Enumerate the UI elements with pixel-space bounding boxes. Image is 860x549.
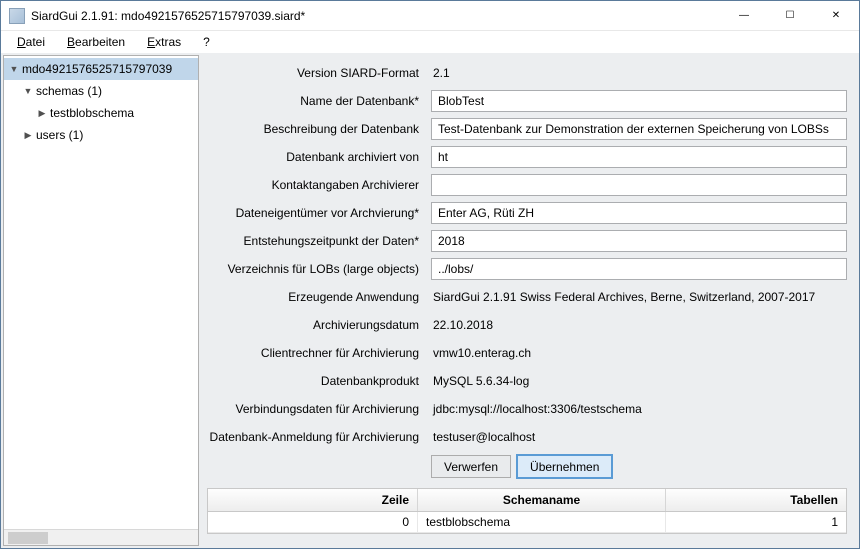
form-label: Clientrechner für Archivierung (207, 346, 431, 360)
th-zeile[interactable]: Zeile (208, 489, 418, 511)
form-input[interactable] (431, 118, 847, 140)
form-row: Entstehungszeitpunkt der Daten* (207, 229, 847, 253)
menubar: Datei Bearbeiten Extras ? (1, 31, 859, 53)
table-header: Zeile Schemaname Tabellen (208, 489, 846, 512)
tree-node-users[interactable]: ▶ users (1) (4, 124, 198, 146)
td-tabellen: 1 (666, 512, 846, 532)
content-area: ▼ mdo4921576525715797039 ▼ schemas (1) ▶… (1, 53, 859, 548)
form-label: Erzeugende Anwendung (207, 290, 431, 304)
form-value: testuser@localhost (431, 430, 847, 444)
menu-bearbeiten[interactable]: Bearbeiten (57, 33, 135, 51)
close-icon: ✕ (832, 10, 840, 21)
form-row: DatenbankproduktMySQL 5.6.34-log (207, 369, 847, 393)
chevron-down-icon[interactable]: ▼ (8, 63, 20, 75)
window-controls: — ☐ ✕ (721, 1, 859, 31)
th-tabellen[interactable]: Tabellen (666, 489, 846, 511)
scrollbar-thumb[interactable] (8, 532, 48, 544)
tree-node-label: users (1) (36, 128, 83, 142)
tree-root-label: mdo4921576525715797039 (22, 62, 172, 76)
th-schemaname[interactable]: Schemaname (418, 489, 666, 511)
form: Version SIARD-Format2.1Name der Datenban… (207, 61, 847, 449)
form-row: Version SIARD-Format2.1 (207, 61, 847, 85)
tree-root[interactable]: ▼ mdo4921576525715797039 (4, 58, 198, 80)
maximize-icon: ☐ (786, 10, 795, 21)
form-label: Datenbank-Anmeldung für Archivierung (207, 430, 431, 444)
sidebar: ▼ mdo4921576525715797039 ▼ schemas (1) ▶… (3, 55, 199, 546)
menu-extras[interactable]: Extras (137, 33, 191, 51)
form-value: vmw10.enterag.ch (431, 346, 847, 360)
menu-help[interactable]: ? (193, 33, 220, 51)
discard-button[interactable]: Verwerfen (431, 455, 511, 478)
table-row[interactable]: 0 testblobschema 1 (208, 512, 846, 533)
schema-table: Zeile Schemaname Tabellen 0 testblobsche… (207, 488, 847, 534)
chevron-right-icon[interactable]: ▶ (36, 107, 48, 119)
form-input[interactable] (431, 258, 847, 280)
minimize-button[interactable]: — (721, 1, 767, 31)
form-row: Beschreibung der Datenbank (207, 117, 847, 141)
form-label: Name der Datenbank* (207, 94, 431, 108)
minimize-icon: — (739, 10, 749, 21)
form-label: Dateneigentümer vor Archvierung* (207, 206, 431, 220)
chevron-right-icon[interactable]: ▶ (22, 129, 34, 141)
form-input[interactable] (431, 174, 847, 196)
titlebar: SiardGui 2.1.91: mdo4921576525715797039.… (1, 1, 859, 31)
form-input[interactable] (431, 230, 847, 252)
form-label: Version SIARD-Format (207, 66, 431, 80)
tree-node-label: schemas (1) (36, 84, 102, 98)
form-row: Datenbank archiviert von (207, 145, 847, 169)
form-value: 22.10.2018 (431, 318, 847, 332)
form-label: Archivierungsdatum (207, 318, 431, 332)
form-row: Archivierungsdatum22.10.2018 (207, 313, 847, 337)
tree-node-testblobschema[interactable]: ▶ testblobschema (4, 102, 198, 124)
horizontal-scrollbar[interactable] (4, 529, 198, 545)
form-row: Name der Datenbank* (207, 89, 847, 113)
form-input[interactable] (431, 146, 847, 168)
form-label: Datenbankprodukt (207, 374, 431, 388)
window-title: SiardGui 2.1.91: mdo4921576525715797039.… (31, 9, 721, 23)
tree: ▼ mdo4921576525715797039 ▼ schemas (1) ▶… (4, 56, 198, 529)
maximize-button[interactable]: ☐ (767, 1, 813, 31)
close-button[interactable]: ✕ (813, 1, 859, 31)
app-icon (9, 8, 25, 24)
form-row: Clientrechner für Archivierungvmw10.ente… (207, 341, 847, 365)
button-row: Verwerfen Übernehmen (431, 455, 847, 478)
form-input[interactable] (431, 202, 847, 224)
form-row: Verbindungsdaten für Archivierungjdbc:my… (207, 397, 847, 421)
menu-datei[interactable]: Datei (7, 33, 55, 51)
form-label: Kontaktangaben Archivierer (207, 178, 431, 192)
form-label: Datenbank archiviert von (207, 150, 431, 164)
tree-node-schemas[interactable]: ▼ schemas (1) (4, 80, 198, 102)
main-panel: Version SIARD-Format2.1Name der Datenban… (199, 53, 859, 548)
form-label: Entstehungszeitpunkt der Daten* (207, 234, 431, 248)
apply-button[interactable]: Übernehmen (517, 455, 612, 478)
tree-node-label: testblobschema (50, 106, 134, 120)
form-label: Verbindungsdaten für Archivierung (207, 402, 431, 416)
form-row: Verzeichnis für LOBs (large objects) (207, 257, 847, 281)
td-schema: testblobschema (418, 512, 666, 532)
form-label: Verzeichnis für LOBs (large objects) (207, 262, 431, 276)
form-row: Dateneigentümer vor Archvierung* (207, 201, 847, 225)
form-value: MySQL 5.6.34-log (431, 374, 847, 388)
form-row: Datenbank-Anmeldung für Archivierungtest… (207, 425, 847, 449)
form-label: Beschreibung der Datenbank (207, 122, 431, 136)
chevron-down-icon[interactable]: ▼ (22, 85, 34, 97)
form-input[interactable] (431, 90, 847, 112)
form-value: jdbc:mysql://localhost:3306/testschema (431, 402, 847, 416)
form-value: 2.1 (431, 66, 847, 80)
td-zeile: 0 (208, 512, 418, 532)
form-row: Erzeugende AnwendungSiardGui 2.1.91 Swis… (207, 285, 847, 309)
form-value: SiardGui 2.1.91 Swiss Federal Archives, … (431, 290, 847, 304)
form-row: Kontaktangaben Archivierer (207, 173, 847, 197)
